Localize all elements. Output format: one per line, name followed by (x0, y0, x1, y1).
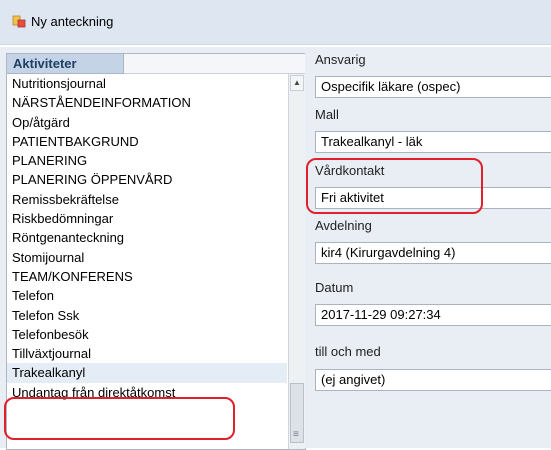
list-item[interactable]: Remissbekräftelse (7, 190, 287, 209)
note-app-icon (12, 15, 26, 28)
scroll-thumb[interactable]: ≡ (290, 383, 304, 443)
list-item[interactable]: Telefonbesök (7, 325, 287, 344)
scroll-up-icon[interactable]: ▲ (290, 75, 304, 91)
till-och-med-label: till och med (315, 344, 381, 359)
list-item[interactable]: NÄRSTÅENDEINFORMATION (7, 93, 287, 112)
list-item[interactable]: Tillväxtjournal (7, 344, 287, 363)
avdelning-label: Avdelning (315, 218, 372, 233)
ansvarig-label: Ansvarig (315, 52, 366, 67)
list-item[interactable]: Telefon Ssk (7, 306, 287, 325)
list-item[interactable]: Riskbedömningar (7, 209, 287, 228)
activities-header[interactable]: Aktiviteter (7, 54, 124, 74)
mall-field[interactable]: Trakealkanyl - läk (315, 131, 551, 153)
activities-list[interactable]: Aktiviteter Nutritionsjournal NÄRSTÅENDE… (6, 53, 306, 450)
list-item-selected[interactable]: Trakealkanyl (7, 363, 287, 383)
list-item[interactable]: Stomijournal (7, 248, 287, 267)
datum-field[interactable]: 2017-11-29 09:27:34 (315, 304, 551, 326)
list-item[interactable]: TEAM/KONFERENS (7, 267, 287, 286)
avdelning-field[interactable]: kir4 (Kirurgavdelning 4) (315, 242, 551, 264)
till-och-med-field[interactable]: (ej angivet) (315, 369, 551, 391)
list-item[interactable]: PATIENTBAKGRUND (7, 132, 287, 151)
activities-panel: Aktiviteter Nutritionsjournal NÄRSTÅENDE… (0, 47, 306, 450)
vertical-scrollbar[interactable]: ▲ ≡ (288, 74, 305, 449)
list-item[interactable]: Nutritionsjournal (7, 74, 287, 93)
list-item[interactable]: Telefon (7, 286, 287, 305)
title-bar: Ny anteckning (0, 0, 551, 45)
list-item[interactable]: Undantag från direktåtkomst (7, 383, 287, 402)
mall-label: Mall (315, 107, 339, 122)
scroll-track[interactable]: ≡ (289, 92, 305, 443)
note-form-panel: Ansvarig Ospecifik läkare (ospec) Mall T… (305, 47, 551, 448)
list-item[interactable]: Op/åtgärd (7, 113, 287, 132)
header-filler (124, 54, 305, 74)
list-item[interactable]: PLANERING (7, 151, 287, 170)
list-item[interactable]: Röntgenanteckning (7, 228, 287, 247)
activities-items: Nutritionsjournal NÄRSTÅENDEINFORMATION … (7, 74, 287, 402)
ansvarig-field[interactable]: Ospecifik läkare (ospec) (315, 76, 551, 98)
list-item[interactable]: PLANERING ÖPPENVÅRD (7, 170, 287, 189)
window-title: Ny anteckning (31, 14, 114, 29)
vardkontakt-label: Vårdkontakt (315, 163, 385, 178)
grip-icon: ≡ (293, 429, 299, 440)
datum-label: Datum (315, 280, 354, 295)
vardkontakt-field[interactable]: Fri aktivitet (315, 187, 551, 209)
